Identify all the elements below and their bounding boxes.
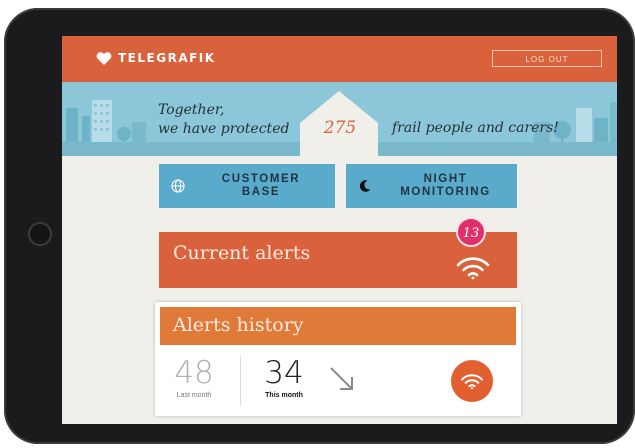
alerts-history-header: Alerts history <box>160 307 516 345</box>
this-month-label: This month <box>265 392 303 399</box>
alerts-history-card[interactable]: Alerts history 48 Last month 34 This mon… <box>155 302 521 416</box>
alerts-history-title: Alerts history <box>173 314 304 336</box>
app-screen: TELEGRAFIK LOG OUT Together, we have pro… <box>62 36 617 424</box>
banner-line-2: we have protected <box>158 121 290 137</box>
customer-line-1: CUSTOMER <box>221 173 301 185</box>
customer-base-button[interactable]: CUSTOMER BASE <box>159 164 335 208</box>
night-monitoring-button[interactable]: NIGHT MONITORING <box>346 164 517 208</box>
heart-logo-icon <box>96 51 112 65</box>
moon-icon <box>346 179 384 193</box>
current-alerts-title: Current alerts <box>173 242 311 264</box>
customer-line-2: BASE <box>241 186 281 198</box>
stat-divider <box>240 356 241 406</box>
customer-base-label: CUSTOMER BASE <box>197 173 335 199</box>
logout-button[interactable]: LOG OUT <box>492 50 602 67</box>
protected-banner: Together, we have protected 275 frail pe… <box>62 82 617 156</box>
this-month-value: 34 <box>264 355 304 391</box>
logo-text: TELEGRAFIK <box>118 51 216 65</box>
banner-line-1: Together, <box>158 102 225 118</box>
alerts-count-badge: 13 <box>456 217 486 247</box>
this-month-stat: 34 This month <box>255 356 313 399</box>
last-month-value: 48 <box>174 355 214 391</box>
arrow-down-right-icon <box>330 367 353 390</box>
night-monitoring-label: NIGHT MONITORING <box>384 173 517 199</box>
last-month-stat: 48 Last month <box>167 356 221 399</box>
banner-line-3: frail people and carers! <box>392 120 559 136</box>
home-button[interactable] <box>28 222 52 246</box>
last-month-label: Last month <box>176 392 212 399</box>
banner-text-left: Together, we have protected <box>158 101 289 139</box>
globe-icon <box>159 179 197 193</box>
top-bar: TELEGRAFIK LOG OUT <box>62 36 617 82</box>
signal-icon <box>461 373 483 389</box>
alerts-history-button[interactable] <box>451 360 493 402</box>
app-logo: TELEGRAFIK <box>96 51 216 65</box>
signal-icon <box>456 257 490 280</box>
night-line-1: NIGHT <box>423 173 468 185</box>
protected-count: 275 <box>323 118 357 138</box>
night-line-2: MONITORING <box>400 186 491 198</box>
